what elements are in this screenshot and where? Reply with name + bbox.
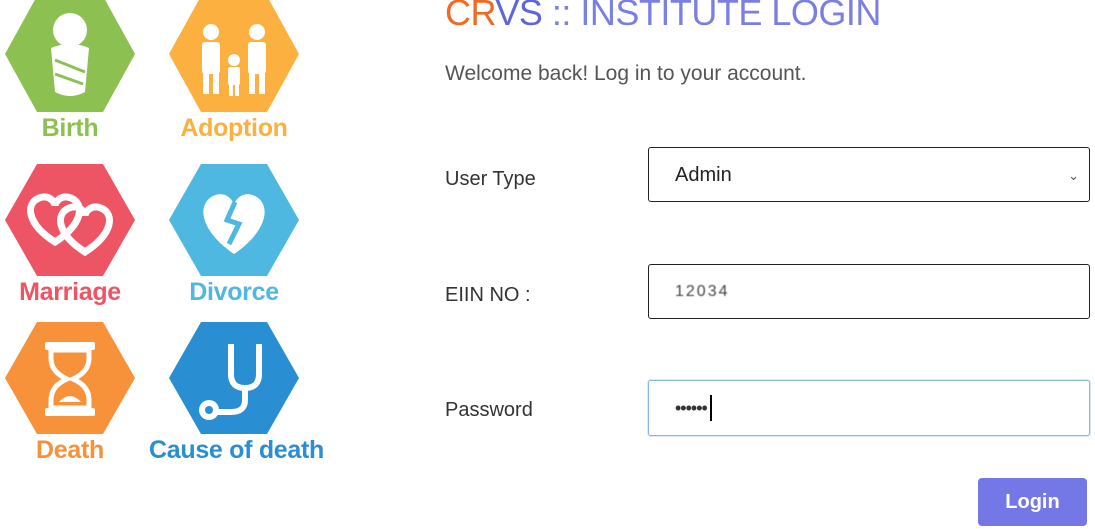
adoption-tile[interactable]: Adoption	[169, 0, 299, 150]
birth-label: Birth	[41, 114, 99, 142]
title-rest: :: INSTITUTE LOGIN	[542, 0, 882, 33]
cause-of-death-label: Cause of death	[149, 436, 324, 464]
stethoscope-icon	[169, 322, 299, 434]
user-type-select[interactable]: Admin ⌄	[648, 147, 1090, 202]
login-button[interactable]: Login	[978, 478, 1087, 526]
divorce-tile[interactable]: Divorce	[169, 164, 299, 314]
two-hearts-icon	[5, 164, 135, 276]
family-icon	[169, 0, 299, 112]
password-label: Password	[445, 399, 533, 421]
death-tile[interactable]: Death	[5, 322, 135, 472]
marriage-tile[interactable]: Marriage	[5, 164, 135, 314]
broken-heart-icon	[169, 164, 299, 276]
adoption-label: Adoption	[180, 114, 288, 142]
password-value: ••••••	[675, 397, 708, 418]
chevron-down-icon: ⌄	[1068, 168, 1079, 183]
service-icons-panel: Birth Adoption Marriage Divorce Death Ca…	[0, 0, 340, 529]
baby-icon	[5, 0, 135, 112]
text-caret	[709, 395, 712, 421]
page-title: CRVS :: INSTITUTE LOGIN	[445, 0, 881, 34]
divorce-label: Divorce	[189, 278, 279, 306]
welcome-message: Welcome back! Log in to your account.	[445, 62, 807, 85]
title-cr: CR	[445, 0, 496, 33]
cause-of-death-tile[interactable]: Cause of death	[149, 322, 324, 472]
eiin-input[interactable]: 12034	[648, 264, 1090, 319]
death-label: Death	[36, 436, 104, 464]
title-vs: VS	[495, 0, 543, 33]
eiin-value: 12034	[675, 282, 730, 300]
user-type-label: User Type	[445, 168, 536, 190]
eiin-label: EIIN NO :	[445, 284, 531, 306]
birth-tile[interactable]: Birth	[5, 0, 135, 150]
hourglass-icon	[5, 322, 135, 434]
user-type-value: Admin	[675, 164, 732, 186]
marriage-label: Marriage	[19, 278, 121, 306]
password-input[interactable]: ••••••	[648, 380, 1090, 436]
